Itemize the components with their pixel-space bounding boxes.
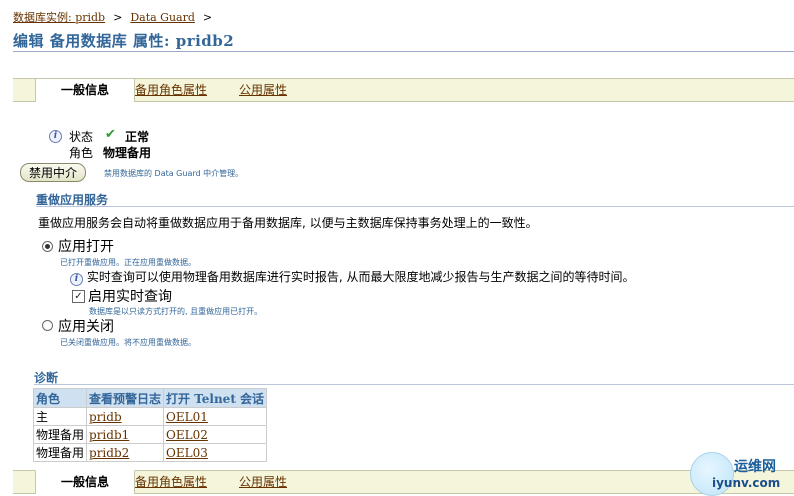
telnet-link[interactable]: OEL03 [166, 446, 208, 460]
table-header-row: 角色 查看预警日志 打开 Telnet 会话 [32, 388, 268, 408]
column-header-role: 角色 [32, 388, 88, 408]
apply-off-radio[interactable] [42, 320, 53, 331]
table-row: 物理备用 pridb2 OEL03 [32, 443, 268, 462]
watermark-logo: 运维网 iyunv.com [690, 452, 794, 496]
section-divider [34, 384, 794, 385]
disable-mediator-button[interactable]: 禁用中介 [20, 163, 87, 182]
telnet-link[interactable]: OEL02 [166, 428, 208, 442]
breadcrumb-db-instance-link[interactable]: 数据库实例: pridb [13, 11, 105, 24]
alert-log-link[interactable]: pridb [89, 410, 122, 424]
breadcrumb-separator: > [202, 11, 213, 24]
tab-general-info[interactable]: 一般信息 [35, 470, 135, 494]
section-divider [36, 206, 794, 207]
watermark-text: 运维网 [734, 459, 776, 475]
role-label: 角色 [69, 146, 94, 160]
telnet-link[interactable]: OEL01 [166, 410, 208, 424]
alert-log-link[interactable]: pridb2 [89, 446, 129, 460]
info-icon: i [70, 273, 83, 286]
tab-standby-role-properties[interactable]: 备用角色属性 [135, 471, 207, 493]
watermark-url: iyunv.com [712, 476, 781, 490]
role-value: 物理备用 [103, 146, 152, 160]
column-header-alert-log: 查看预警日志 [86, 388, 165, 408]
apply-off-label[interactable]: 应用关闭 [58, 316, 114, 336]
realtime-query-info-text: 实时查询可以使用物理备用数据库进行实时报告, 从而最大限度地减少报告与生产数据之… [86, 270, 635, 284]
enable-realtime-query-checkbox[interactable]: ✓ [72, 290, 85, 303]
tab-bar-top: 一般信息 备用角色属性 公用属性 [13, 78, 794, 102]
enable-realtime-query-label[interactable]: 启用实时查询 [88, 286, 172, 306]
page-title: 编辑 备用数据库 属性: pridb2 [13, 32, 235, 50]
tab-common-properties[interactable]: 公用属性 [239, 471, 287, 493]
apply-on-radio[interactable] [42, 241, 53, 252]
tab-standby-role-properties[interactable]: 备用角色属性 [135, 79, 207, 101]
breadcrumb: 数据库实例: pridb > Data Guard > [13, 9, 220, 25]
role-cell: 物理备用 [32, 443, 88, 462]
apply-off-hint: 已关闭重做应用。将不应用重做数据。 [60, 338, 196, 347]
realtime-query-info: i 实时查询可以使用物理备用数据库进行实时报告, 从而最大限度地减少报告与生产数… [70, 268, 634, 286]
table-row: 主 pridb OEL01 [32, 407, 268, 426]
redo-apply-description: 重做应用服务会自动将重做数据应用于备用数据库, 以便与主数据库保持事务处理上的一… [38, 216, 538, 230]
title-divider [13, 51, 794, 52]
realtime-query-hint: 数据库是以只读方式打开的, 且重做应用已打开。 [89, 307, 263, 316]
mediator-hint: 禁用数据库的 Data Guard 中介管理。 [104, 169, 244, 178]
status-value: 正常 [125, 130, 150, 144]
table-row: 物理备用 pridb1 OEL02 [32, 425, 268, 444]
apply-on-label[interactable]: 应用打开 [58, 236, 114, 256]
tab-common-properties[interactable]: 公用属性 [239, 79, 287, 101]
alert-log-link[interactable]: pridb1 [89, 428, 129, 442]
diagnostics-table: 角色 查看预警日志 打开 Telnet 会话 主 pridb OEL01 物理备… [32, 388, 268, 462]
tab-general-info[interactable]: 一般信息 [35, 79, 135, 102]
checkmark-icon: ✔ [105, 127, 116, 142]
role-cell: 物理备用 [32, 425, 88, 444]
info-icon: i [49, 130, 62, 143]
breadcrumb-data-guard-link[interactable]: Data Guard [130, 11, 195, 24]
status-label: 状态 [69, 130, 94, 144]
role-cell: 主 [32, 407, 88, 426]
tab-bar-bottom: 一般信息 备用角色属性 公用属性 [13, 470, 794, 494]
breadcrumb-separator: > [113, 11, 123, 24]
apply-on-hint: 已打开重做应用。正在应用重做数据。 [60, 258, 196, 267]
column-header-telnet: 打开 Telnet 会话 [163, 388, 268, 408]
